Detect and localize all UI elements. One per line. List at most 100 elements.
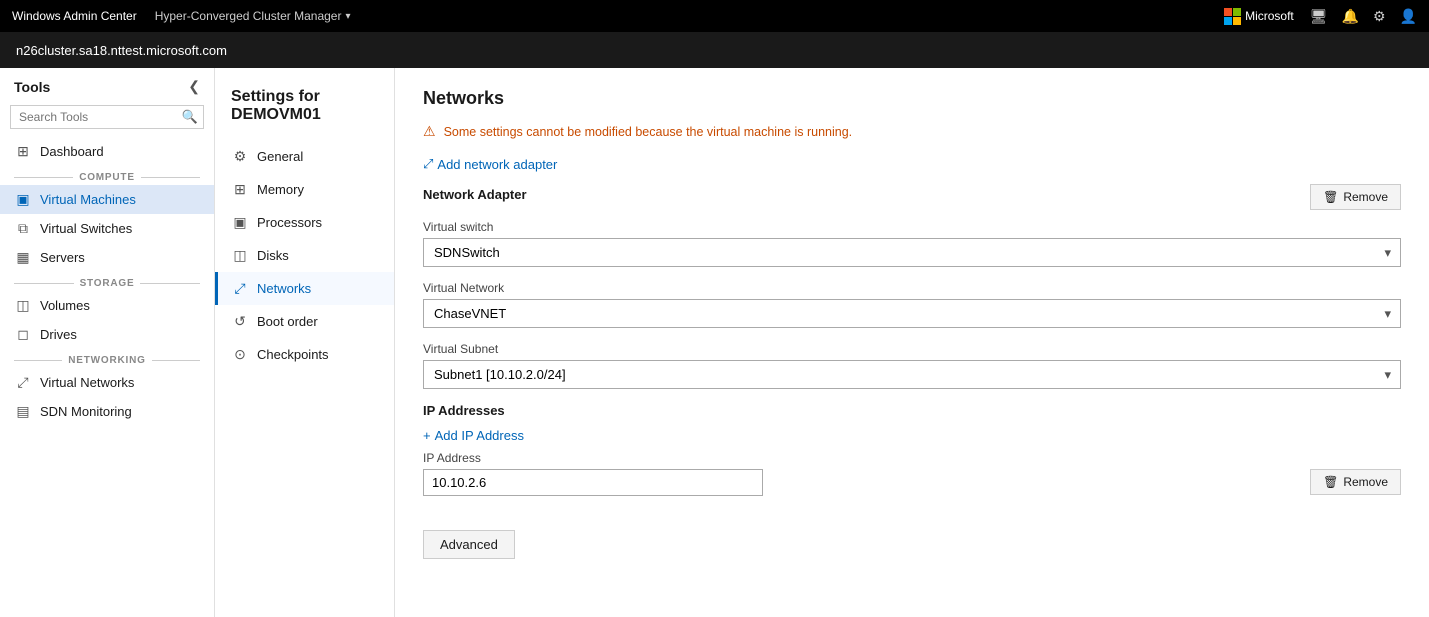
networks-nav-icon: ⤢ (231, 280, 249, 297)
settings-nav-processors[interactable]: ▣ Processors (215, 206, 394, 239)
dashboard-icon: ⊞ (14, 143, 32, 160)
sidebar-collapse-button[interactable]: ❮ (188, 78, 200, 95)
settings-nav-label-disks: Disks (257, 248, 289, 263)
virtual-machines-icon: ▣ (14, 191, 32, 208)
adapter-header-row: Network Adapter 🗑 Remove (423, 184, 1401, 210)
add-network-icon: ⤢ (423, 156, 433, 172)
virtual-switch-select-wrap: SDNSwitch (423, 238, 1401, 267)
sidebar-item-label-dashboard: Dashboard (40, 144, 104, 159)
sidebar-item-label-volumes: Volumes (40, 298, 90, 313)
trash-icon: 🗑 (1323, 190, 1338, 204)
general-icon: ⚙ (231, 148, 249, 165)
virtual-subnet-group: Virtual Subnet Subnet1 [10.10.2.0/24] (423, 342, 1401, 389)
sidebar: Tools ❮ 🔍 ⊞ Dashboard COMPUTE ▣ Virtual … (0, 68, 215, 617)
virtual-network-label: Virtual Network (423, 281, 1401, 295)
search-icon-button[interactable]: 🔍 (182, 109, 198, 125)
sidebar-item-label-vms: Virtual Machines (40, 192, 136, 207)
compute-section-divider: COMPUTE (0, 166, 214, 185)
search-tools-input[interactable] (10, 105, 204, 129)
settings-nav-label-processors: Processors (257, 215, 322, 230)
sidebar-item-drives[interactable]: ◻ Drives (0, 320, 214, 349)
add-ip-icon: + (423, 428, 431, 443)
settings-nav-label-networks: Networks (257, 281, 311, 296)
virtual-switch-group: Virtual switch SDNSwitch (423, 220, 1401, 267)
settings-gear-icon[interactable]: ⚙ (1373, 8, 1386, 25)
cluster-manager-label: Hyper-Converged Cluster Manager ▾ (155, 9, 351, 23)
remove-ip-label: Remove (1343, 475, 1388, 489)
virtual-switch-select[interactable]: SDNSwitch (423, 238, 1401, 267)
warning-text: Some settings cannot be modified because… (444, 125, 853, 139)
sidebar-item-virtual-switches[interactable]: ⧉ Virtual Switches (0, 214, 214, 243)
settings-nav-boot-order[interactable]: ↺ Boot order (215, 305, 394, 338)
drives-icon: ◻ (14, 326, 32, 343)
add-network-adapter-link[interactable]: ⤢ Add network adapter (423, 156, 1401, 172)
monitor-icon[interactable]: 🖥 (1310, 8, 1328, 25)
remove-adapter-button[interactable]: 🗑 Remove (1310, 184, 1401, 210)
advanced-button[interactable]: Advanced (423, 530, 515, 559)
ip-addresses-section: IP Addresses + Add IP Address IP Address (423, 403, 1401, 496)
sdn-monitoring-icon: ▤ (14, 403, 32, 420)
user-icon[interactable]: 👤 (1400, 8, 1417, 25)
storage-section-divider: STORAGE (0, 272, 214, 291)
settings-nav-checkpoints[interactable]: ⊙ Checkpoints (215, 338, 394, 371)
sidebar-item-label-vnetworks: Virtual Networks (40, 375, 134, 390)
remove-ip-button[interactable]: 🗑 Remove (1310, 469, 1401, 495)
breadcrumb-bar: n26cluster.sa18.nttest.microsoft.com (0, 32, 1429, 68)
topbar: Windows Admin Center Hyper-Converged Clu… (0, 0, 1429, 32)
cluster-chevron-icon[interactable]: ▾ (345, 11, 350, 22)
virtual-switches-icon: ⧉ (14, 220, 32, 237)
sidebar-item-dashboard[interactable]: ⊞ Dashboard (0, 137, 214, 166)
checkpoints-icon: ⊙ (231, 346, 249, 363)
settings-nav-label-general: General (257, 149, 303, 164)
servers-icon: ▦ (14, 249, 32, 266)
adapter-label: Network Adapter (423, 187, 527, 202)
volumes-icon: ◫ (14, 297, 32, 314)
sidebar-item-virtual-networks[interactable]: ⤢ Virtual Networks (0, 368, 214, 397)
memory-icon: ⊞ (231, 181, 249, 198)
microsoft-label: Microsoft (1224, 8, 1294, 25)
sidebar-header: Tools ❮ (0, 68, 214, 101)
breadcrumb-host: n26cluster.sa18.nttest.microsoft.com (16, 43, 227, 58)
sidebar-item-virtual-machines[interactable]: ▣ Virtual Machines (0, 185, 214, 214)
virtual-subnet-label: Virtual Subnet (423, 342, 1401, 356)
add-ip-label: Add IP Address (435, 428, 524, 443)
settings-nav: Settings for DEMOVM01 ⚙ General ⊞ Memory… (215, 68, 395, 617)
sidebar-item-label-drives: Drives (40, 327, 77, 342)
settings-nav-header: Settings for DEMOVM01 (215, 76, 394, 140)
settings-nav-memory[interactable]: ⊞ Memory (215, 173, 394, 206)
ip-address-input[interactable] (423, 469, 763, 496)
sidebar-item-sdn-monitoring[interactable]: ▤ SDN Monitoring (0, 397, 214, 426)
settings-nav-label-checkpoints: Checkpoints (257, 347, 329, 362)
panel-title: Networks (423, 88, 1401, 109)
warning-banner: ⚠ Some settings cannot be modified becau… (423, 123, 1401, 140)
disks-icon: ◫ (231, 247, 249, 264)
sidebar-item-label-servers: Servers (40, 250, 85, 265)
virtual-subnet-select[interactable]: Subnet1 [10.10.2.0/24] (423, 360, 1401, 389)
app-title: Windows Admin Center (12, 9, 137, 23)
warning-icon: ⚠ (423, 123, 436, 140)
microsoft-logo (1224, 8, 1241, 25)
virtual-switch-label: Virtual switch (423, 220, 1401, 234)
ip-address-row: IP Address 🗑 Remove (423, 451, 1401, 496)
advanced-label: Advanced (440, 537, 498, 552)
remove-adapter-label: Remove (1343, 190, 1388, 204)
sidebar-title: Tools (14, 79, 50, 95)
topbar-icons: 🖥 🔔 ⚙ 👤 (1310, 8, 1417, 25)
main-panel: Networks ⚠ Some settings cannot be modif… (395, 68, 1429, 617)
virtual-subnet-select-wrap: Subnet1 [10.10.2.0/24] (423, 360, 1401, 389)
sidebar-item-servers[interactable]: ▦ Servers (0, 243, 214, 272)
virtual-network-select[interactable]: ChaseVNET (423, 299, 1401, 328)
content-area: Settings for DEMOVM01 ⚙ General ⊞ Memory… (215, 68, 1429, 617)
virtual-network-group: Virtual Network ChaseVNET (423, 281, 1401, 328)
bell-icon[interactable]: 🔔 (1342, 8, 1359, 25)
add-network-label: Add network adapter (437, 157, 557, 172)
sidebar-item-label-vswitches: Virtual Switches (40, 221, 132, 236)
add-ip-address-link[interactable]: + Add IP Address (423, 428, 1401, 443)
networking-section-divider: NETWORKING (0, 349, 214, 368)
settings-nav-networks[interactable]: ⤢ Networks (215, 272, 394, 305)
virtual-networks-icon: ⤢ (14, 374, 32, 391)
settings-nav-disks[interactable]: ◫ Disks (215, 239, 394, 272)
settings-nav-label-memory: Memory (257, 182, 304, 197)
settings-nav-general[interactable]: ⚙ General (215, 140, 394, 173)
sidebar-item-volumes[interactable]: ◫ Volumes (0, 291, 214, 320)
